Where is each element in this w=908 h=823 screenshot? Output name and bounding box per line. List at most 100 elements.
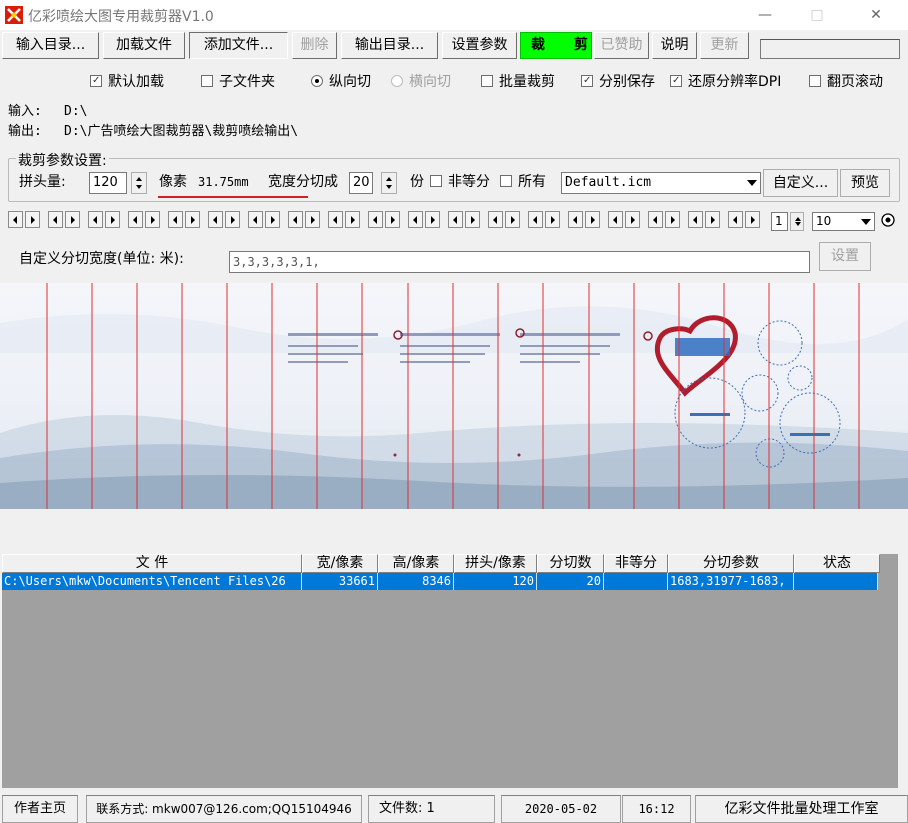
arrow-left-icon[interactable]	[648, 211, 663, 228]
column-header[interactable]: 文 件	[2, 554, 302, 573]
arrow-left-icon[interactable]	[688, 211, 703, 228]
arrow-left-icon[interactable]	[448, 211, 463, 228]
delete-button[interactable]: 删除	[292, 32, 337, 59]
segment-scroll-pair	[488, 211, 520, 228]
arrow-left-icon[interactable]	[728, 211, 743, 228]
arrow-right-icon[interactable]	[305, 211, 320, 228]
column-header[interactable]: 宽/像素	[302, 554, 378, 573]
column-header[interactable]: 高/像素	[378, 554, 454, 573]
crop-button[interactable]: 裁 剪	[520, 32, 592, 59]
window-title: 亿彩喷绘大图专用裁剪器V1.0	[28, 9, 214, 25]
arrow-left-icon[interactable]	[608, 211, 623, 228]
checkbox-check-icon	[581, 75, 593, 87]
count-select[interactable]: 10	[812, 212, 875, 231]
arrow-right-icon[interactable]	[505, 211, 520, 228]
default-load-checkbox[interactable]: 默认加载	[90, 73, 164, 91]
column-header[interactable]: 分切参数	[668, 554, 794, 573]
arrow-right-icon[interactable]	[385, 211, 400, 228]
arrow-right-icon[interactable]	[105, 211, 120, 228]
batch-crop-checkbox[interactable]: 批量裁剪	[481, 73, 555, 91]
arrow-right-icon[interactable]	[65, 211, 80, 228]
arrow-left-icon[interactable]	[168, 211, 183, 228]
arrow-left-icon[interactable]	[208, 211, 223, 228]
arrow-left-icon[interactable]	[128, 211, 143, 228]
output-dir-button[interactable]: 输出目录...	[341, 32, 438, 59]
subfolder-checkbox[interactable]: 子文件夹	[201, 73, 275, 91]
column-header[interactable]: 非等分	[604, 554, 668, 573]
arrow-right-icon[interactable]	[465, 211, 480, 228]
all-checkbox[interactable]: 所有	[500, 171, 546, 193]
checkbox-icon	[430, 175, 442, 187]
status-date: 2020-05-02	[501, 795, 621, 823]
split-count-stepper[interactable]	[381, 172, 397, 194]
save-separately-checkbox[interactable]: 分别保存	[581, 73, 655, 91]
author-home-link[interactable]: 作者主页	[2, 795, 78, 823]
arrow-left-icon[interactable]	[248, 211, 263, 228]
arrow-left-icon[interactable]	[48, 211, 63, 228]
highlight-underline	[158, 196, 308, 198]
arrow-right-icon[interactable]	[665, 211, 680, 228]
icm-profile-select[interactable]: Default.icm	[561, 172, 761, 194]
restore-dpi-checkbox[interactable]: 还原分辨率DPI	[670, 73, 781, 91]
arrow-right-icon[interactable]	[705, 211, 720, 228]
image-preview[interactable]	[0, 283, 908, 509]
minimize-button[interactable]: —	[742, 0, 788, 30]
arrow-right-icon[interactable]	[625, 211, 640, 228]
preview-button[interactable]: 预览	[840, 169, 890, 197]
column-header[interactable]: 拼头/像素	[454, 554, 537, 573]
column-header[interactable]: 分切数	[537, 554, 604, 573]
arrow-right-icon[interactable]	[145, 211, 160, 228]
horizontal-cut-radio[interactable]: 横向切	[391, 73, 451, 91]
set-button[interactable]: 设置	[819, 242, 871, 271]
arrow-right-icon[interactable]	[745, 211, 760, 228]
arrow-right-icon[interactable]	[425, 211, 440, 228]
overlap-stepper[interactable]	[131, 172, 147, 194]
arrow-right-icon[interactable]	[345, 211, 360, 228]
page-input[interactable]: 1	[771, 212, 788, 231]
vertical-cut-radio[interactable]: 纵向切	[311, 73, 371, 91]
arrow-left-icon[interactable]	[288, 211, 303, 228]
arrow-left-icon[interactable]	[88, 211, 103, 228]
page-scroll-checkbox[interactable]: 翻页滚动	[809, 73, 883, 91]
custom-width-input[interactable]: 3,3,3,3,3,1,	[229, 251, 810, 273]
table-cell	[794, 573, 878, 590]
unequal-checkbox[interactable]: 非等分	[430, 171, 490, 193]
settings-button[interactable]: 设置参数	[442, 32, 517, 59]
checkbox-icon	[809, 75, 821, 87]
checkbox-check-icon	[90, 75, 102, 87]
arrow-right-icon[interactable]	[185, 211, 200, 228]
page-stepper[interactable]	[790, 212, 804, 231]
input-dir-button[interactable]: 输入目录...	[2, 32, 99, 59]
file-table[interactable]: 文 件宽/像素 高/像素 拼头/像素 分切数 非等分 分切参数 状态 C:\Users\mk…	[2, 554, 898, 788]
arrow-left-icon[interactable]	[408, 211, 423, 228]
load-file-button[interactable]: 加载文件	[103, 32, 185, 59]
customize-button[interactable]: 自定义...	[763, 169, 838, 197]
checkbox-check-icon	[670, 75, 682, 87]
radio-selected-icon	[311, 75, 323, 87]
arrow-right-icon[interactable]	[225, 211, 240, 228]
add-file-button[interactable]: 添加文件...	[189, 32, 288, 59]
maximize-button[interactable]: □	[794, 0, 840, 30]
arrow-left-icon[interactable]	[488, 211, 503, 228]
help-button[interactable]: 说明	[652, 32, 697, 59]
app-logo-icon	[5, 6, 23, 24]
target-icon[interactable]	[880, 212, 896, 228]
table-scrollbar[interactable]	[898, 554, 908, 788]
table-row[interactable]: C:\Users\mkw\Documents\Tencent Files\26 3…	[2, 573, 878, 590]
split-count-input[interactable]: 20	[349, 172, 373, 194]
donated-button[interactable]: 已赞助	[594, 32, 649, 59]
arrow-left-icon[interactable]	[568, 211, 583, 228]
overlap-input[interactable]: 120	[89, 172, 127, 194]
column-header[interactable]: 状态	[794, 554, 880, 573]
arrow-left-icon[interactable]	[8, 211, 23, 228]
arrow-right-icon[interactable]	[265, 211, 280, 228]
arrow-left-icon[interactable]	[328, 211, 343, 228]
segment-scroll-pair	[88, 211, 120, 228]
arrow-right-icon[interactable]	[25, 211, 40, 228]
close-button[interactable]: ✕	[853, 0, 899, 30]
arrow-right-icon[interactable]	[545, 211, 560, 228]
arrow-left-icon[interactable]	[528, 211, 543, 228]
arrow-left-icon[interactable]	[368, 211, 383, 228]
update-button[interactable]: 更新	[700, 32, 749, 59]
arrow-right-icon[interactable]	[585, 211, 600, 228]
